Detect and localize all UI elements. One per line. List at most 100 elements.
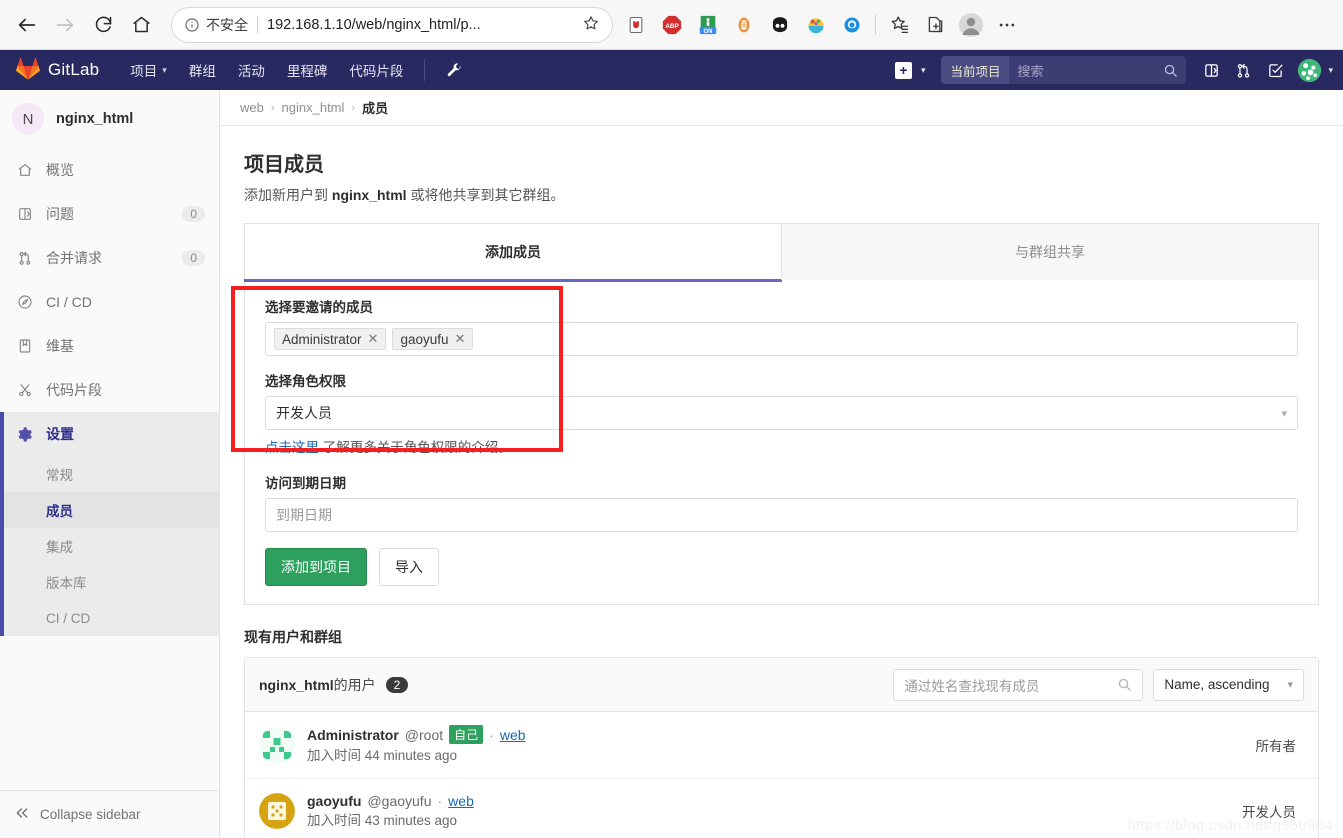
tab-share-with-group[interactable]: 与群组共享 xyxy=(781,224,1318,280)
sidebar-subitem-members[interactable]: 成员 xyxy=(0,492,219,528)
role-permission-label: 选择角色权限 xyxy=(265,370,1298,390)
sidebar-item-merge-requests[interactable]: 合并请求 0 xyxy=(0,236,219,280)
chevron-down-icon: ▾ xyxy=(1281,407,1287,420)
gitlab-home-link[interactable]: GitLab xyxy=(10,57,105,83)
search-input[interactable]: 搜索 xyxy=(1009,61,1163,80)
book-icon xyxy=(16,338,33,354)
back-button[interactable] xyxy=(8,6,46,44)
home-button[interactable] xyxy=(122,6,160,44)
gitlab-nav-right: + ▾ 当前项目 搜索 ▾ xyxy=(889,55,1333,85)
collapse-sidebar-button[interactable]: Collapse sidebar xyxy=(0,790,219,838)
sidebar-item-wiki[interactable]: 维基 xyxy=(0,324,219,368)
settings-submenu-wrap: 常规 成员 集成 版本库 CI / CD xyxy=(0,456,219,636)
add-to-project-button[interactable]: 添加到项目 xyxy=(265,548,367,586)
more-options-icon[interactable] xyxy=(989,7,1025,43)
nav-item-projects[interactable]: 项目▾ xyxy=(119,50,178,90)
star-icon[interactable] xyxy=(574,14,600,36)
sidebar-subitem-general[interactable]: 常规 xyxy=(0,456,219,492)
merge-request-icon xyxy=(16,250,33,266)
search-scope-label[interactable]: 当前项目 xyxy=(941,56,1009,84)
issues-icon xyxy=(16,206,33,222)
member-handle: @gaoyufu xyxy=(367,793,431,809)
nav-item-milestones[interactable]: 里程碑 xyxy=(276,50,339,90)
search-icon[interactable] xyxy=(1117,677,1132,692)
sidebar-item-label: 概览 xyxy=(46,160,205,180)
sidebar-item-settings[interactable]: 设置 xyxy=(0,412,219,456)
member-search-input[interactable]: 通过姓名查找现有成员 xyxy=(893,669,1143,701)
sidebar-subitem-repository[interactable]: 版本库 xyxy=(0,564,219,600)
extensions-strip: ABP ON xyxy=(618,7,1025,43)
sidebar-item-snippets[interactable]: 代码片段 xyxy=(0,368,219,412)
rocket-icon xyxy=(16,294,33,310)
nav-item-groups[interactable]: 群组 xyxy=(178,50,227,90)
extension-icon-shield[interactable] xyxy=(618,7,654,43)
role-hint-link[interactable]: 点击这里 xyxy=(265,440,319,455)
profile-avatar-icon[interactable] xyxy=(953,7,989,43)
user-avatar-icon[interactable] xyxy=(1298,59,1321,82)
invite-members-input[interactable]: Administrator ✕ gaoyufu ✕ xyxy=(265,322,1298,356)
extension-icon-cloud[interactable] xyxy=(834,7,870,43)
svg-text:ON: ON xyxy=(704,28,713,34)
subtitle-project-name: nginx_html xyxy=(332,187,407,203)
import-button[interactable]: 导入 xyxy=(379,548,439,586)
admin-wrench-icon[interactable] xyxy=(435,50,474,90)
breadcrumb: web › nginx_html › 成员 xyxy=(220,90,1343,126)
address-bar[interactable]: 不安全 192.168.1.10/web/nginx_html/p... xyxy=(172,8,612,42)
member-token[interactable]: Administrator ✕ xyxy=(274,328,386,350)
close-x-icon[interactable]: ✕ xyxy=(368,331,379,347)
nav-item-activity[interactable]: 活动 xyxy=(227,50,276,90)
expires-at-input[interactable]: 到期日期 xyxy=(265,498,1298,532)
main-content: web › nginx_html › 成员 项目成员 添加新用户到 nginx_… xyxy=(220,90,1343,838)
members-toolbar: 通过姓名查找现有成员 Name, ascending ▾ xyxy=(893,669,1304,701)
sidebar-item-issues[interactable]: 问题 0 xyxy=(0,192,219,236)
new-item-button[interactable]: + ▾ xyxy=(889,58,932,83)
sidebar-item-cicd[interactable]: CI / CD xyxy=(0,280,219,324)
member-identity: gaoyufu @gaoyufu · web xyxy=(307,793,1230,809)
extension-icon-panda[interactable] xyxy=(762,7,798,43)
chevron-down-icon: ▾ xyxy=(921,65,926,76)
member-token[interactable]: gaoyufu ✕ xyxy=(392,328,473,350)
security-label: 不安全 xyxy=(206,15,248,35)
gitlab-top-nav: GitLab 项目▾ 群组 活动 里程碑 代码片段 + ▾ 当前项目 搜索 xyxy=(0,50,1343,90)
sidebar-item-label: CI / CD xyxy=(46,294,205,310)
sidebar-project-header[interactable]: N nginx_html xyxy=(0,90,219,148)
sort-dropdown[interactable]: Name, ascending ▾ xyxy=(1153,669,1304,701)
member-separator: · xyxy=(489,727,494,743)
member-source-project[interactable]: web xyxy=(500,727,526,743)
breadcrumb-item-group[interactable]: web xyxy=(240,100,264,115)
global-search[interactable]: 当前项目 搜索 xyxy=(941,56,1186,84)
sidebar-item-overview[interactable]: 概览 xyxy=(0,148,219,192)
add-member-panel: 选择要邀请的成员 Administrator ✕ gaoyufu ✕ 选择角色权… xyxy=(244,280,1319,605)
member-joined: 加入时间 44 minutes ago xyxy=(307,748,457,763)
breadcrumb-item-current: 成员 xyxy=(362,98,388,117)
forward-button[interactable] xyxy=(46,6,84,44)
breadcrumb-item-project[interactable]: nginx_html xyxy=(282,100,345,115)
table-row: Administrator @root 自己 · web 加入时间 44 min… xyxy=(245,712,1318,779)
collections-icon[interactable] xyxy=(917,7,953,43)
nav-item-snippets[interactable]: 代码片段 xyxy=(338,50,414,90)
form-actions: 添加到项目 导入 xyxy=(265,548,1298,586)
status-badge: 自己 xyxy=(449,725,483,744)
todos-nav-icon[interactable] xyxy=(1260,55,1290,85)
sidebar-subitem-cicd[interactable]: CI / CD xyxy=(0,600,219,636)
member-source-project[interactable]: web xyxy=(448,793,474,809)
merge-requests-nav-icon[interactable] xyxy=(1228,55,1258,85)
double-chevron-left-icon xyxy=(14,805,30,824)
issues-nav-icon[interactable] xyxy=(1196,55,1226,85)
sidebar-subitem-integrations[interactable]: 集成 xyxy=(0,528,219,564)
role-select[interactable]: 开发人员 ▾ xyxy=(265,396,1298,430)
subtitle-suffix: 或将他共享到其它群组。 xyxy=(407,187,565,203)
favorites-star-icon[interactable] xyxy=(881,7,917,43)
members-card-title: nginx_html的用户 xyxy=(259,675,376,695)
extension-icon-on[interactable]: ON xyxy=(690,7,726,43)
reload-button[interactable] xyxy=(84,6,122,44)
nav-label: 项目 xyxy=(130,60,157,80)
chevron-down-icon[interactable]: ▾ xyxy=(1328,65,1333,76)
extension-icon-document[interactable] xyxy=(726,7,762,43)
close-x-icon[interactable]: ✕ xyxy=(454,331,465,347)
breadcrumb-separator: › xyxy=(351,102,355,114)
site-info-icon[interactable] xyxy=(184,17,200,33)
tab-add-member[interactable]: 添加成员 xyxy=(245,224,781,280)
extension-icon-abp[interactable]: ABP xyxy=(654,7,690,43)
extension-icon-colorful[interactable] xyxy=(798,7,834,43)
